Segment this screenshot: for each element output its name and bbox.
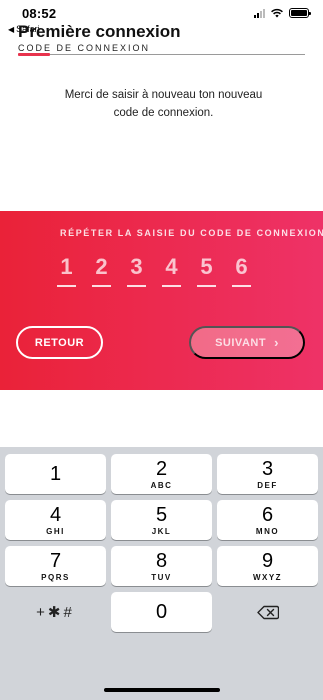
page-title: Première connexion [18,22,181,41]
chevron-right-icon: › [274,335,279,350]
code-digit-underline [232,285,251,287]
key-7[interactable]: 7 PQRS [5,546,106,586]
key-3[interactable]: 3 DEF [217,454,318,494]
key-number: 5 [155,504,168,526]
key-letters: GHI [46,527,65,536]
status-bar: 08:52 [0,0,323,22]
key-number: 9 [261,550,274,572]
status-icons [254,8,311,18]
key-6[interactable]: 6 MNO [217,500,318,540]
symbols-label: +✱# [36,604,75,621]
back-button-label: RETOUR [34,336,85,349]
code-digit-underline [127,285,146,287]
delete-key[interactable] [217,592,318,632]
repeat-code-label: RÉPÉTER LA SAISIE DU CODE DE CONNEXION [60,228,323,238]
key-number: 8 [155,550,168,572]
key-number: 4 [49,504,62,526]
backspace-icon [256,605,279,619]
key-0[interactable]: 0 [111,592,212,632]
battery-icon [289,8,311,18]
code-digit: 3 [127,253,146,287]
key-number: 0 [155,601,168,623]
symbols-key[interactable]: +✱# [5,592,106,632]
key-letters: ABC [150,481,173,490]
code-digit-underline [197,285,216,287]
step-progress-track [18,54,305,55]
next-button[interactable]: SUIVANT › [189,326,305,359]
key-4[interactable]: 4 GHI [5,500,106,540]
code-digit-value: 5 [200,254,213,279]
key-8[interactable]: 8 TUV [111,546,212,586]
next-button-label: SUIVANT [215,336,267,349]
key-1[interactable]: 1 [5,454,106,494]
key-number: 7 [49,550,62,572]
code-digits[interactable]: 1 2 3 4 5 6 [57,253,251,287]
key-2[interactable]: 2 ABC [111,454,212,494]
key-5[interactable]: 5 JKL [111,500,212,540]
key-number: 2 [155,458,168,480]
key-9[interactable]: 9 WXYZ [217,546,318,586]
key-letters: TUV [151,573,172,582]
wifi-icon [271,8,283,18]
code-digit-value: 3 [130,254,143,279]
key-number: 1 [49,463,62,485]
code-digit-underline [57,285,76,287]
instruction-text: Merci de saisir à nouveau ton nouveau co… [64,89,263,119]
signal-icon [254,8,265,18]
key-letters: JKL [151,527,172,536]
code-digit-value: 6 [235,254,248,279]
back-button[interactable]: RETOUR [16,326,103,359]
key-letters: PQRS [41,573,70,582]
code-digit-value: 2 [95,254,108,279]
numeric-keypad: 1 2 ABC 3 DEF 4 GHI 5 JKL 6 MNO 7 PQRS 8… [0,447,323,700]
code-digit: 5 [197,253,216,287]
key-number: 6 [261,504,274,526]
step-progress-fill [18,53,50,56]
key-letters: DEF [257,481,278,490]
step-label: CODE DE CONNEXION [18,43,151,53]
key-letters: WXYZ [252,573,283,582]
status-time: 08:52 [22,6,57,21]
back-triangle-icon: ◀ [8,24,15,34]
key-letters: MNO [255,527,280,536]
key-number: 3 [261,458,274,480]
code-digit: 4 [162,253,181,287]
code-digit: 2 [92,253,111,287]
code-digit-value: 4 [165,254,178,279]
code-digit-underline [92,285,111,287]
code-digit-value: 1 [60,254,73,279]
code-digit: 1 [57,253,76,287]
home-indicator[interactable] [104,688,220,692]
code-digit: 6 [232,253,251,287]
code-entry-panel: RÉPÉTER LA SAISIE DU CODE DE CONNEXION 1… [0,211,323,390]
code-digit-underline [162,285,181,287]
